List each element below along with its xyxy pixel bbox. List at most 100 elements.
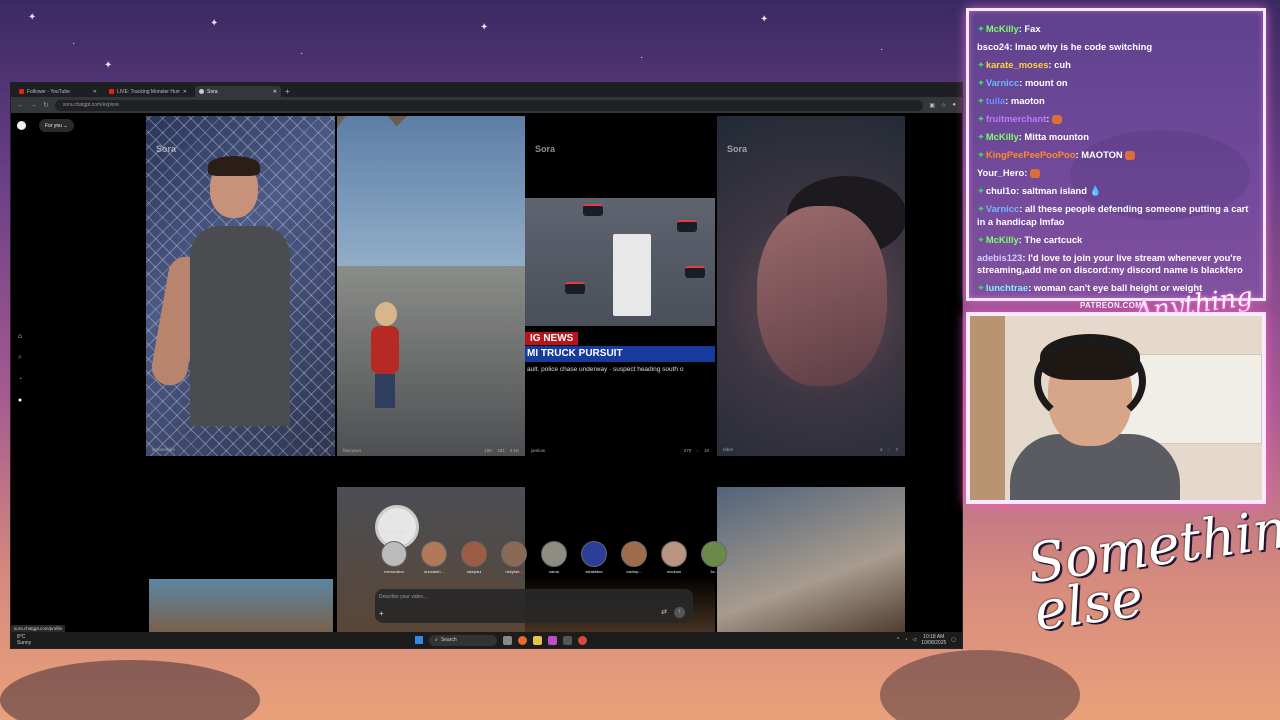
folder-icon[interactable]: [533, 635, 542, 645]
like-count[interactable]: 270: [684, 448, 692, 453]
url-field[interactable]: sora.chatgpt.com/explore: [54, 99, 924, 111]
cameo-option[interactable]: sama: [537, 541, 571, 574]
chat-username[interactable]: McKilly: [986, 23, 1019, 34]
chat-username[interactable]: Varnicc: [986, 77, 1019, 88]
share-icon[interactable]: ⇪: [325, 447, 329, 453]
home-icon[interactable]: ⌂: [15, 333, 25, 340]
video-tile[interactable]: [149, 579, 333, 635]
tab-youtube-follower[interactable]: Follower - YouTube ✕: [15, 86, 101, 97]
remix-count[interactable]: 3.1K: [510, 448, 519, 453]
bell-icon[interactable]: ◔: [15, 376, 25, 383]
close-icon[interactable]: ✕: [183, 89, 187, 95]
notification-icon[interactable]: ▢: [951, 637, 956, 643]
app-icon[interactable]: [563, 635, 572, 645]
task-view-icon[interactable]: [503, 635, 512, 645]
chat-username[interactable]: adebis123: [977, 252, 1022, 263]
like-count[interactable]: 2: [880, 447, 883, 453]
chat-username[interactable]: KingPeePeePooPoo: [986, 149, 1076, 160]
video-tile[interactable]: Sora IG NEWS MI TRUCK PURSUIT ault. poli…: [525, 116, 715, 456]
tile-username[interactable]: jamlow: [531, 448, 545, 453]
weather-widget[interactable]: 8°C Sunny: [11, 634, 71, 646]
bookmark-star-icon[interactable]: ☆: [941, 102, 946, 109]
video-tile[interactable]: Sora ridon 2 ◌ ⇪: [717, 116, 905, 456]
close-icon[interactable]: ✕: [273, 89, 277, 95]
tab-sora[interactable]: Sora ✕: [195, 86, 281, 97]
chat-username[interactable]: karate_moses: [986, 59, 1049, 70]
video-figure: [371, 326, 399, 374]
sub-badge-icon: ✦: [977, 23, 985, 34]
chrome-icon[interactable]: [578, 635, 587, 645]
sub-badge-icon: ✦: [977, 113, 985, 124]
close-icon[interactable]: ✕: [93, 89, 97, 95]
wifi-icon[interactable]: ◔: [904, 637, 907, 643]
chat-username[interactable]: Varnicc: [986, 203, 1019, 214]
palm-decoration: [0, 660, 260, 720]
sub-badge-icon: ✦: [977, 131, 985, 142]
cameo-option[interactable]: Ja...: [697, 541, 731, 574]
settings-toggle-icon[interactable]: ⇄: [661, 608, 667, 616]
firefox-icon[interactable]: [518, 635, 527, 645]
cameo-option[interactable]: jakepaul: [457, 541, 491, 574]
tile-username[interactable]: sorasrifeike: [152, 447, 175, 453]
share-icon[interactable]: ⇪: [895, 447, 899, 453]
remix-count[interactable]: 10: [704, 448, 709, 453]
reload-icon[interactable]: ↻: [43, 101, 49, 109]
cameo-option[interactable]: steakfake: [577, 541, 611, 574]
chat-username[interactable]: bsco24: [977, 41, 1009, 52]
tile-username[interactable]: ridon: [723, 447, 733, 453]
tab-youtube-live[interactable]: LIVE: Tracking Monster Hurricane ✕: [105, 86, 191, 97]
extensions-icon[interactable]: ▣: [929, 102, 935, 109]
like-count[interactable]: 15K: [484, 448, 492, 453]
chat-username[interactable]: Your_Hero: [977, 167, 1024, 178]
comment-icon[interactable]: ◌: [888, 447, 891, 453]
chat-username[interactable]: McKilly: [986, 234, 1019, 245]
cameo-option[interactable]: mcuban: [657, 541, 691, 574]
video-prompt-composer[interactable]: Describe your video... + ⇄ ↑: [375, 589, 693, 623]
for-you-dropdown[interactable]: For you ⌄: [39, 119, 74, 132]
cameo-option[interactable]: memoution: [377, 541, 411, 574]
comment-icon[interactable]: ◌: [696, 448, 699, 453]
prompt-placeholder[interactable]: Describe your video...: [379, 594, 427, 600]
chat-username[interactable]: McKilly: [986, 131, 1019, 142]
tile-username[interactable]: fancyson: [343, 448, 361, 453]
profile-avatar-icon[interactable]: ●: [15, 397, 25, 404]
search-icon[interactable]: ⌕: [15, 354, 25, 362]
app-icon[interactable]: [548, 635, 557, 645]
chat-message: ✦tulla: maoton: [977, 95, 1255, 108]
chat-username[interactable]: tulla: [986, 95, 1005, 106]
chat-username[interactable]: fruitmerchant: [986, 113, 1046, 124]
youtube-icon: [19, 89, 24, 94]
chat-username[interactable]: lunchtrae: [986, 282, 1028, 293]
cameo-avatar: [421, 541, 447, 567]
forward-icon[interactable]: →: [30, 102, 37, 109]
add-attachment-button[interactable]: +: [379, 609, 384, 618]
cameo-option[interactable]: duncanfo...: [417, 541, 451, 574]
back-icon[interactable]: ←: [17, 102, 24, 109]
chevron-up-icon[interactable]: ^: [897, 637, 899, 643]
like-count[interactable]: 3: [310, 447, 313, 453]
send-button[interactable]: ↑: [674, 607, 685, 618]
cameo-option[interactable]: carlmp...: [617, 541, 651, 574]
chat-message: ✦Varnicc: all these people defending som…: [977, 203, 1255, 228]
volume-icon[interactable]: ◁: [912, 637, 916, 643]
chat-text: maoton: [1010, 95, 1045, 106]
cameo-option[interactable]: rickyber...: [497, 541, 531, 574]
comment-icon[interactable]: ◌: [318, 447, 321, 453]
video-tile[interactable]: Sora sorasrifeike 3 ◌ ⇪: [146, 116, 335, 456]
sora-watermark: Sora: [156, 144, 177, 154]
cameo-avatar: [541, 541, 567, 567]
news-headline: MI TRUCK PURSUIT: [525, 346, 715, 362]
add-cameo-label[interactable]: Add cameo: [380, 529, 405, 535]
comment-count[interactable]: 181: [497, 448, 505, 453]
chat-username[interactable]: chul1o: [986, 185, 1016, 196]
video-tile[interactable]: fancyson 15K 181 3.1K: [337, 116, 525, 456]
sub-badge-icon: ✦: [977, 203, 985, 214]
sora-logo-icon[interactable]: [17, 121, 26, 130]
video-tile[interactable]: [717, 487, 905, 635]
new-tab-button[interactable]: +: [285, 87, 290, 97]
sora-watermark: Sora: [727, 144, 748, 154]
taskbar-clock[interactable]: 10:18 AM 10/08/2025: [921, 634, 946, 646]
profile-icon[interactable]: ●: [952, 102, 956, 108]
taskbar-search[interactable]: ⌕ Search: [429, 634, 497, 646]
windows-start-icon[interactable]: [415, 636, 423, 644]
